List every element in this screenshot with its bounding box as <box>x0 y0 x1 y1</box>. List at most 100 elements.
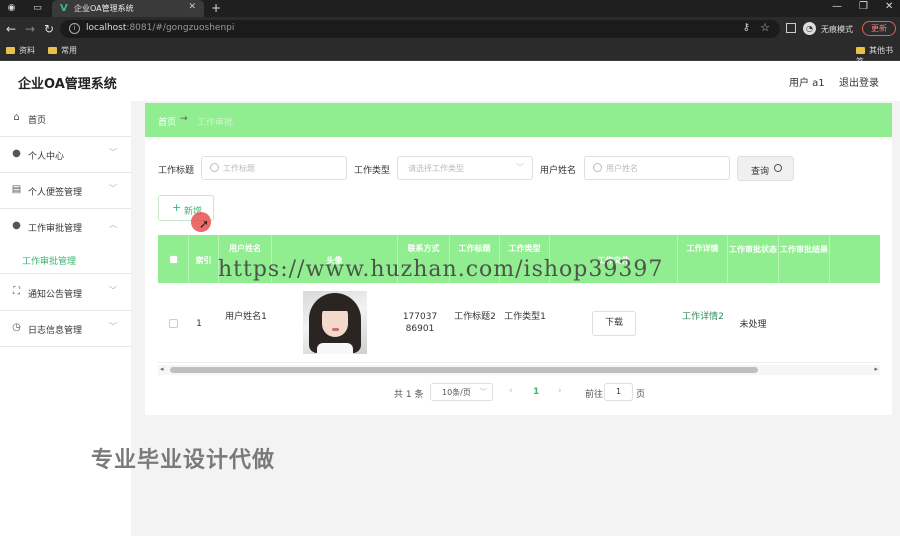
sidebar-item-approval[interactable]: ● 工作审批管理 ︿ <box>0 209 131 245</box>
download-button[interactable]: 下载 <box>592 311 636 336</box>
scroll-right-icon[interactable]: ▸ <box>874 365 878 373</box>
app-title: 企业OA管理系统 <box>18 77 117 92</box>
pagination-total: 共 1 条 <box>394 390 424 400</box>
chevron-down-icon: ﹀ <box>109 148 117 157</box>
search-icon <box>774 164 782 172</box>
sidebar-item-label: 个人便签管理 <box>28 188 83 198</box>
sidebar-item-label: 首页 <box>28 116 47 126</box>
type-filter-label: 工作类型 <box>354 166 391 176</box>
chevron-down-icon: ﹀ <box>109 286 117 295</box>
type-filter-select[interactable]: 请选择工作类型 ﹀ <box>397 156 533 180</box>
vue-logo-icon: V <box>60 3 68 14</box>
incognito-icon[interactable]: ◔ <box>803 22 816 35</box>
scroll-left-icon[interactable]: ◂ <box>160 365 164 373</box>
cell-index: 1 <box>196 319 202 329</box>
url-text: localhost:8081/#/gongzuoshenpi <box>86 23 235 33</box>
table-row: 1 用户姓名1 17703786901 工作标题2 工作类型1 下载 工作详情2… <box>158 283 880 363</box>
breadcrumb-current: 工作审批 <box>197 118 234 128</box>
new-tab-icon[interactable]: + <box>211 1 221 15</box>
sidebar-item-label: 日志信息管理 <box>28 326 83 336</box>
page-suffix-label: 页 <box>636 390 646 400</box>
cell-user-name: 用户姓名1 <box>225 312 267 322</box>
site-info-icon[interactable]: i <box>69 23 80 34</box>
update-button[interactable]: 更新 <box>862 21 896 36</box>
sidebar-item-label: 个人中心 <box>28 152 65 162</box>
home-icon: ⌂ <box>13 112 20 123</box>
avatar-bangs <box>319 299 351 311</box>
bookmark-star-icon[interactable]: ☆ <box>760 21 770 34</box>
goto-page-input[interactable]: 1 <box>604 383 633 401</box>
back-icon[interactable]: ← <box>6 22 16 36</box>
cell-type: 工作类型1 <box>504 312 546 322</box>
user-filter-input[interactable]: 用户姓名 <box>584 156 730 180</box>
prev-page-icon[interactable]: ‹ <box>509 386 513 396</box>
bookmark-folder-changyong[interactable]: 常用 <box>48 45 77 56</box>
logout-link[interactable]: 退出登录 <box>839 74 879 89</box>
avatar-mouth <box>332 328 339 331</box>
minimize-icon[interactable]: — <box>832 1 842 12</box>
sidebar-item-personal-center[interactable]: ● 个人中心 ﹀ <box>0 137 131 173</box>
cell-status: 未处理 <box>739 320 767 330</box>
search-icon <box>210 163 219 172</box>
watermark-url: https://www.huzhan.com/ishop39397 <box>218 257 664 282</box>
tab-search-icon[interactable]: ▭ <box>32 3 43 14</box>
chevron-down-icon: ﹀ <box>109 322 117 331</box>
page-number-current[interactable]: 1 <box>533 387 539 397</box>
app-header: 企业OA管理系统 用户 a1 退出登录 <box>0 61 900 101</box>
user-filter-placeholder: 用户姓名 <box>606 164 638 173</box>
current-user: 用户 a1 <box>789 78 825 89</box>
sidebar-item-notes[interactable]: ▤ 个人便签管理 ﹀ <box>0 173 131 209</box>
incognito-label: 无痕模式 <box>821 25 853 34</box>
browser-toolbar: ← → ↻ i localhost:8081/#/gongzuoshenpi ⚷… <box>0 17 900 41</box>
chevron-up-icon: ︿ <box>109 220 117 229</box>
user-icon: ● <box>12 148 21 159</box>
select-all-checkbox[interactable] <box>169 255 178 264</box>
sidebar-item-home[interactable]: ⌂ 首页 <box>0 101 131 137</box>
user-filter-label: 用户姓名 <box>540 166 577 176</box>
sidebar-item-label: 工作审批管理 <box>28 224 83 234</box>
note-icon: ▤ <box>11 184 22 195</box>
next-page-icon[interactable]: › <box>558 386 562 396</box>
column-header[interactable]: 工作详情 <box>678 235 728 283</box>
folder-icon <box>6 47 15 54</box>
type-filter-placeholder: 请选择工作类型 <box>408 164 464 173</box>
chevron-down-icon: ﹀ <box>516 163 524 172</box>
chevron-down-icon: ﹀ <box>109 184 117 193</box>
user-icon: ● <box>12 220 21 231</box>
title-filter-placeholder: 工作标题 <box>223 164 255 173</box>
close-tab-icon[interactable]: ✕ <box>188 2 196 12</box>
profile-icon[interactable]: ◉ <box>6 3 17 14</box>
reload-icon[interactable]: ↻ <box>44 22 54 36</box>
sidebar-item-notice[interactable]: ⛶ 通知公告管理 ﹀ <box>0 275 131 311</box>
key-icon[interactable]: ⚷ <box>743 22 750 33</box>
cell-title: 工作标题2 <box>454 312 496 322</box>
goto-label: 前往 <box>585 390 604 400</box>
notice-icon: ⛶ <box>13 286 20 297</box>
table-horizontal-scrollbar[interactable]: ◂ ▸ <box>158 365 880 375</box>
sidebar-subitem-approval[interactable]: 工作审批管理 <box>0 244 131 274</box>
folder-icon <box>856 47 865 54</box>
title-filter-input[interactable]: 工作标题 <box>201 156 347 180</box>
query-button[interactable]: 查询 <box>737 156 794 181</box>
side-panel-icon[interactable] <box>786 23 796 33</box>
breadcrumb-home[interactable]: 首页 <box>158 115 176 128</box>
folder-icon <box>48 47 57 54</box>
row-checkbox[interactable] <box>169 319 178 328</box>
page-size-select[interactable]: 10条/页 ﹀ <box>430 383 493 401</box>
browser-tab-title: 企业OA管理系统 <box>74 4 134 13</box>
cell-detail-link[interactable]: 工作详情2 <box>682 311 724 323</box>
forward-icon[interactable]: → <box>25 22 35 36</box>
browser-tab-active[interactable]: V 企业OA管理系统 ✕ <box>52 0 204 17</box>
bookmark-folder-ziliao[interactable]: 资料 <box>6 45 35 56</box>
sidebar-subitem-label: 工作审批管理 <box>22 257 77 267</box>
sidebar-item-logs[interactable]: ◷ 日志信息管理 ﹀ <box>0 311 131 347</box>
address-bar[interactable]: i localhost:8081/#/gongzuoshenpi ⚷ ☆ <box>60 20 780 38</box>
mouse-pointer-icon: ➚ <box>199 217 210 231</box>
column-header[interactable]: 工作审批结果 <box>779 235 830 283</box>
scrollbar-thumb[interactable] <box>170 367 758 373</box>
column-header[interactable]: 工作审批状态 <box>728 235 779 283</box>
restore-icon[interactable]: ❐ <box>859 1 868 12</box>
column-header[interactable]: 索引 <box>189 235 219 283</box>
query-button-label: 查询 <box>751 167 770 177</box>
close-window-icon[interactable]: ✕ <box>885 1 893 12</box>
